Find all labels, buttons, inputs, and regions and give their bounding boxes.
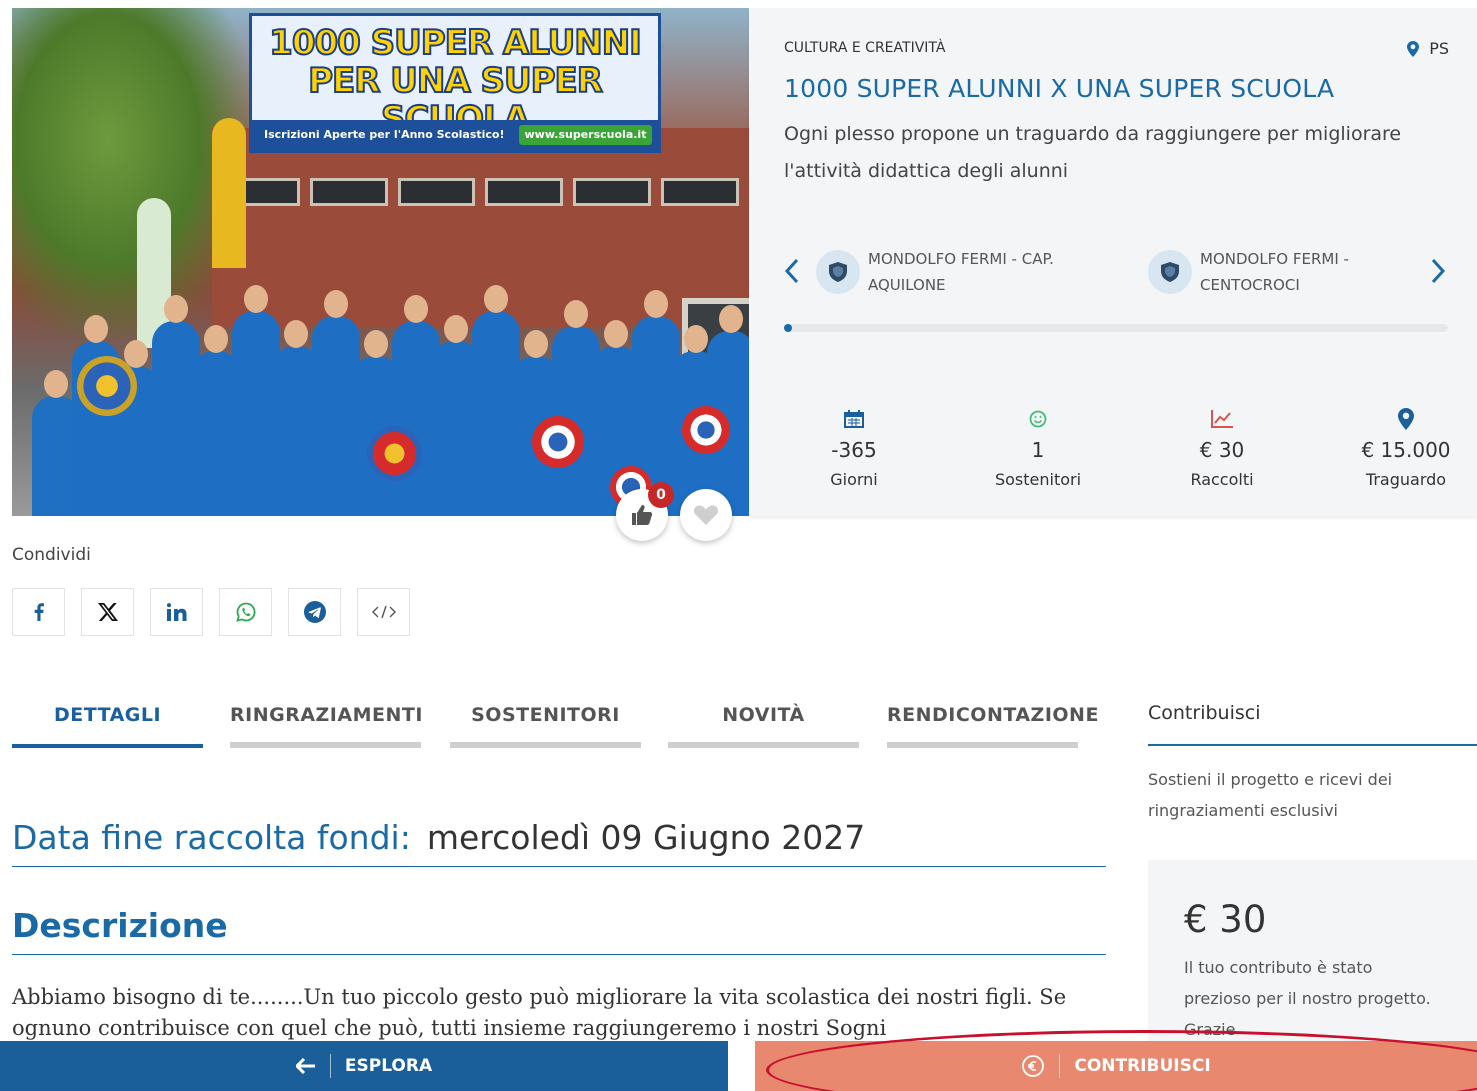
embed-code-icon [371, 605, 396, 619]
chevron-left-icon [784, 258, 799, 284]
description-heading: Descrizione [12, 906, 1106, 955]
stat-days-value: -365 [831, 438, 877, 462]
stat-goal-label: Traguardo [1365, 470, 1447, 489]
tab-underline [668, 742, 859, 748]
school-logo [1148, 250, 1192, 294]
stat-raised-value: € 30 [1199, 438, 1245, 462]
hero-banner: 1000 SUPER ALUNNI PER UNA SUPER SCUOLA I… [249, 13, 661, 153]
location-icon [1398, 408, 1414, 430]
tab-label: NOVITÀ [722, 704, 805, 726]
explore-label: ESPLORA [344, 1056, 433, 1076]
project-category: CULTURA E CREATIVITÀ [784, 40, 946, 56]
arrow-left-icon [295, 1058, 315, 1074]
school-name: MONDOLFO FERMI - CAP. AQUILONE [868, 250, 1054, 294]
calendar-icon [844, 410, 864, 428]
project-description: Ogni plesso propone un traguardo da ragg… [784, 123, 1402, 182]
contribute-heading: Contribuisci [1148, 702, 1261, 724]
favorite-button[interactable] [680, 489, 732, 541]
tab-label: RENDICONTAZIONE [887, 704, 1099, 726]
deadline-label: Data fine raccolta fondi: [12, 818, 411, 857]
tab-label: SOSTENITORI [471, 704, 620, 726]
explore-button[interactable]: ESPLORA [0, 1041, 728, 1091]
tab-underline [12, 744, 203, 748]
share-telegram-button[interactable] [288, 588, 341, 636]
share-facebook-button[interactable] [12, 588, 65, 636]
description-text: Abbiamo bisogno di te........Un tuo picc… [12, 985, 1067, 1040]
contribute-intro: Sostieni il progetto e ricevi dei ringra… [1148, 770, 1393, 820]
shield-prop [367, 426, 422, 481]
slider-progress-indicator [784, 324, 792, 332]
share-linkedin-button[interactable] [150, 588, 203, 636]
shield-icon [829, 262, 847, 282]
tab-underline [230, 742, 421, 748]
project-summary-card: CULTURA E CREATIVITÀ PS 1000 SUPER ALUNN… [750, 8, 1477, 516]
stat-raised-label: Raccolti [1190, 470, 1254, 489]
reward-amount: € 30 [1184, 898, 1267, 941]
tab-novita[interactable]: NOVITÀ [668, 700, 859, 748]
students-group [12, 276, 749, 516]
like-count-badge: 0 [648, 482, 674, 508]
tab-underline [450, 742, 641, 748]
slider-progress-track[interactable] [784, 324, 1448, 332]
share-label: Condividi [12, 545, 91, 565]
project-title: 1000 SUPER ALUNNI X UNA SUPER SCUOLA [784, 74, 1335, 103]
deadline-value: mercoledì 09 Giugno 2027 [426, 818, 866, 857]
chart-icon [1211, 410, 1233, 428]
project-location: PS [1407, 39, 1449, 58]
school-logo [816, 250, 860, 294]
tab-rendicontazione[interactable]: RENDICONTAZIONE [887, 700, 1099, 748]
tab-label: RINGRAZIAMENTI [230, 704, 423, 726]
share-buttons [12, 588, 410, 636]
shield-icon [1161, 262, 1179, 282]
tab-ringraziamenti[interactable]: RINGRAZIAMENTI [230, 700, 423, 748]
stat-supporters: 1 Sostenitori [973, 408, 1103, 489]
stat-goal-value: € 15.000 [1361, 438, 1451, 462]
telegram-icon [303, 601, 326, 623]
whatsapp-icon [235, 602, 255, 622]
shield-prop [682, 406, 730, 454]
stat-days: -365 Giorni [789, 408, 919, 489]
facebook-icon [34, 603, 44, 621]
stat-supporters-label: Sostenitori [994, 470, 1082, 489]
x-icon [97, 603, 118, 621]
stat-days-label: Giorni [830, 470, 878, 489]
slider-next-button[interactable] [1430, 258, 1446, 290]
project-cover-image: 1000 SUPER ALUNNI PER UNA SUPER SCUOLA I… [12, 8, 749, 516]
tab-sostenitori[interactable]: SOSTENITORI [450, 700, 641, 748]
thumbs-up-icon [632, 505, 653, 525]
flag [212, 118, 246, 268]
share-embed-button[interactable] [357, 588, 410, 636]
stat-goal: € 15.000 Traguardo [1341, 408, 1471, 489]
slider-prev-button[interactable] [784, 258, 800, 290]
shield-prop [532, 416, 584, 468]
chevron-right-icon [1431, 258, 1446, 284]
smiley-icon [1029, 410, 1047, 428]
heart-icon [693, 505, 719, 525]
tab-label: DETTAGLI [53, 704, 162, 726]
stat-raised: € 30 Raccolti [1157, 408, 1287, 489]
school-name: MONDOLFO FERMI - CENTOCROCI [1200, 250, 1349, 294]
school-card[interactable]: MONDOLFO FERMI - CENTOCROCI [1148, 246, 1430, 298]
banner-subtitle: Iscrizioni Aperte per l'Anno Scolastico!… [252, 120, 658, 150]
shield-prop [77, 356, 137, 416]
linkedin-icon [166, 603, 186, 621]
separator [329, 1054, 331, 1078]
stat-supporters-value: 1 [1031, 438, 1045, 462]
share-x-button[interactable] [81, 588, 134, 636]
fundraising-deadline: Data fine raccolta fondi: mercoledì 09 Gi… [12, 818, 1106, 867]
contribute-divider [1148, 744, 1477, 746]
tab-dettagli[interactable]: DETTAGLI [12, 700, 203, 748]
school-card[interactable]: MONDOLFO FERMI - CAP. AQUILONE [816, 246, 1098, 298]
map-pin-icon [1407, 40, 1420, 57]
share-whatsapp-button[interactable] [219, 588, 272, 636]
banner-url: www.superscuola.it [518, 125, 653, 145]
tab-underline [887, 742, 1078, 748]
province-code: PS [1429, 39, 1449, 58]
banner-title-line1: 1000 SUPER ALUNNI [268, 23, 643, 63]
